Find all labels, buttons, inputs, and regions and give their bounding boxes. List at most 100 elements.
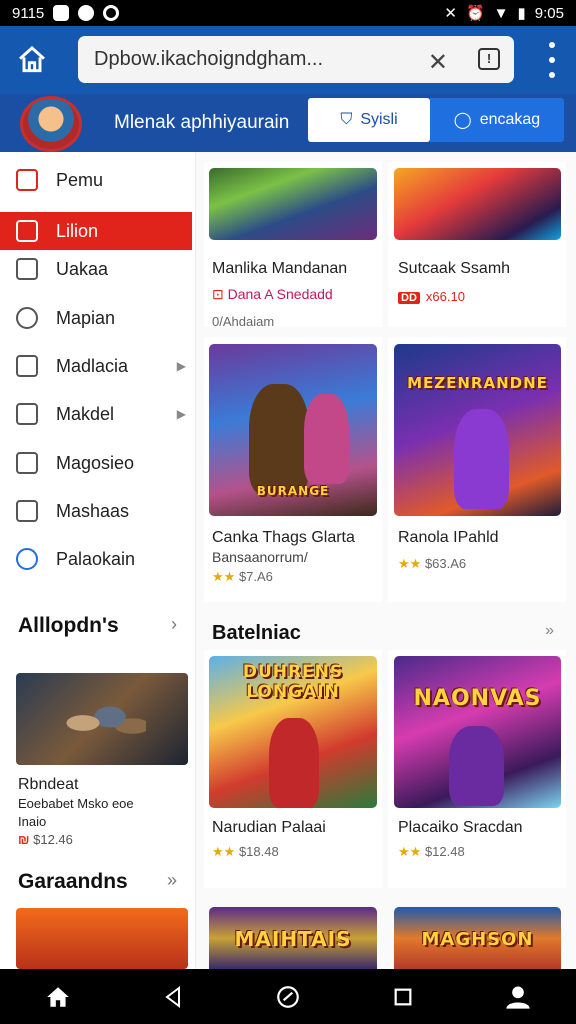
chevron-double-right-icon[interactable]: » [545, 622, 554, 640]
home-icon[interactable] [16, 44, 48, 76]
game-logo-text: MAGHSON [421, 929, 534, 950]
game-logo-text: MAIHTAIS [234, 927, 352, 951]
price-value: x66.10 [425, 289, 465, 304]
sidebar-item-0[interactable]: Pemu [0, 161, 192, 199]
game-image [209, 168, 377, 240]
mail-icon [16, 452, 38, 474]
character-figure [454, 409, 509, 509]
recents-icon[interactable] [387, 981, 419, 1013]
primary-action-label: encakag [479, 111, 541, 128]
game-image: DUHRENS LONGAIN [209, 656, 377, 808]
profile-name: Mlenak aphhiyaurain [114, 112, 290, 133]
system-nav-bar [0, 969, 576, 1024]
game-image: BURANGE [209, 344, 377, 516]
sidebar-card-subtitle: Eoebabet Msko eoe [18, 796, 134, 811]
browser-toolbar: Dpbow.ikachoigndgham... ✕ ! [0, 26, 576, 94]
shield-icon: ⛉ [340, 111, 353, 128]
close-icon[interactable]: ✕ [428, 48, 448, 77]
avatar[interactable] [20, 96, 82, 152]
chevron-double-right-icon[interactable]: » [167, 870, 177, 891]
price-value: $63.A6 [424, 556, 467, 571]
sidebar-card-image[interactable] [16, 673, 188, 765]
primary-action-button[interactable]: ◯ encakag [430, 98, 564, 142]
document-icon [16, 403, 38, 425]
star-rating-icon: ★★ [212, 844, 236, 859]
sidebar-item-label: Mapian [56, 307, 116, 328]
game-price: ★★ $12.48 [398, 844, 465, 860]
price-value: $18.48 [238, 844, 279, 859]
game-image[interactable]: MAIHTAIS [209, 907, 377, 969]
gear-icon [16, 307, 38, 329]
sidebar-item-label: Lilion [56, 220, 99, 241]
mute-icon: ✕ [444, 5, 457, 22]
assistant-icon[interactable] [272, 981, 304, 1013]
app-icon [78, 5, 95, 21]
sidebar-item-1[interactable]: Lilion [0, 212, 192, 250]
sidebar-item-2[interactable]: Uakaa [0, 250, 192, 288]
sidebar-item-label: Pemu [56, 169, 104, 190]
star-rating-icon: ★★ [212, 569, 236, 584]
character-figure [304, 394, 349, 484]
sidebar-item-8[interactable]: Palaokain [0, 540, 192, 578]
tab-switcher-button[interactable]: ! [478, 48, 500, 70]
status-clock: 9:05 [534, 4, 564, 22]
game-logo-text: NAONVAS [413, 686, 542, 711]
home-icon [16, 169, 38, 191]
sidebar-section-title-2: Garaandns [18, 870, 128, 893]
chevron-right-icon: ▶ [176, 407, 186, 421]
profile-icon[interactable] [502, 981, 534, 1013]
game-subtitle: Bansaanorrum/ [212, 549, 308, 565]
game-card[interactable]: Manlika Mandanan ⊡ Dana A Snedadd 0/Ahda… [204, 162, 382, 329]
game-subtitle: ⊡ Dana A Snedadd [212, 286, 333, 303]
house-icon [16, 355, 38, 377]
status-time: 9115 [12, 4, 45, 22]
game-card[interactable]: NAONVAS Placaiko Sracdan ★★ $12.48 [388, 650, 566, 888]
game-card[interactable]: Sutcaak Ssamh DD x66.10 [388, 162, 566, 327]
price-value: $12.48 [424, 844, 465, 859]
sidebar: Pemu Lilion Uakaa Mapian Madlacia ▶ Makd… [0, 152, 196, 969]
game-logo-text: BURANGE [256, 484, 330, 498]
chevron-right-icon[interactable]: › [171, 614, 177, 635]
game-card[interactable]: BURANGE Canka Thags Glarta Bansaanorrum/… [204, 337, 382, 602]
sync-icon [103, 5, 120, 21]
price-value: $12.46 [33, 832, 73, 847]
game-image[interactable]: MAGHSON [394, 907, 561, 969]
sidebar-card-price: ₪ $12.46 [18, 832, 73, 847]
secondary-action-button[interactable]: ⛉ Syisli [308, 98, 430, 142]
sale-badge-icon: DD [398, 292, 420, 304]
more-menu-icon[interactable] [548, 42, 556, 78]
sidebar-item-3[interactable]: Mapian [0, 299, 192, 337]
chevron-right-icon: ▶ [176, 359, 186, 373]
game-card[interactable]: MEZENRANDNE Ranola IPahld ★★ $63.A6 [388, 337, 566, 602]
chat-icon: ◯ [453, 112, 472, 129]
sidebar-item-6[interactable]: Magosieo [0, 444, 192, 482]
game-title: Canka Thags Glarta [212, 529, 355, 546]
url-input[interactable]: Dpbow.ikachoigndgham... ✕ ! [78, 36, 514, 83]
sidebar-item-4[interactable]: Madlacia ▶ [0, 347, 192, 385]
subtitle-text: Dana A Snedadd [227, 286, 333, 302]
game-meta: 0/Ahdaiam [212, 314, 275, 329]
game-price: DD x66.10 [398, 289, 465, 304]
game-image [394, 168, 561, 240]
sidebar-item-label: Palaokain [56, 548, 136, 569]
sidebar-card-image-2[interactable] [16, 908, 188, 969]
back-icon[interactable] [157, 981, 189, 1013]
game-title: Manlika Mandanan [212, 260, 348, 277]
game-title: Ranola IPahld [398, 529, 499, 546]
price-value: $7.A6 [238, 569, 273, 584]
game-title: Narudian Palaai [212, 819, 326, 836]
game-price: ★★ $18.48 [212, 844, 279, 860]
sidebar-section-title: Alllopdn's [18, 614, 119, 637]
game-title: Sutcaak Ssamh [398, 260, 511, 277]
character-figure [249, 384, 309, 494]
sidebar-item-label: Makdel [56, 403, 115, 424]
sidebar-item-5[interactable]: Makdel ▶ [0, 395, 192, 433]
game-card[interactable]: DUHRENS LONGAIN Narudian Palaai ★★ $18.4… [204, 650, 382, 888]
sidebar-item-7[interactable]: Mashaas [0, 492, 192, 530]
game-image: NAONVAS [394, 656, 561, 808]
cart-icon: ⊡ [212, 286, 224, 302]
character-figure [449, 726, 504, 806]
star-rating-icon: ★★ [398, 556, 422, 571]
battery-icon: ▮ [517, 5, 526, 22]
home-icon[interactable] [42, 981, 74, 1013]
